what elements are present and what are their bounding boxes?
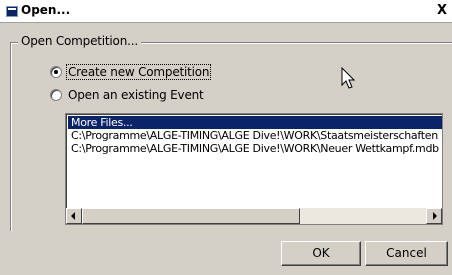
window-title: Open...: [21, 3, 71, 17]
cancel-button[interactable]: Cancel: [365, 241, 448, 266]
mouse-pointer-icon: [341, 67, 356, 89]
list-item-file[interactable]: C:\Programme\ALGE-TIMING\ALGE Dive!\WORK…: [68, 129, 442, 142]
scroll-right-button[interactable]: [426, 208, 442, 224]
list-item-more-files[interactable]: More Files...: [68, 116, 442, 129]
scroll-left-button[interactable]: [66, 208, 82, 224]
radio-label-open-existing[interactable]: Open an existing Event: [67, 88, 205, 102]
arrow-right-icon: [433, 212, 437, 220]
group-legend: Open Competition...: [18, 34, 141, 48]
horizontal-scrollbar[interactable]: [66, 208, 442, 224]
close-button[interactable]: X: [434, 3, 450, 18]
radio-create-new[interactable]: Create new Competition: [50, 64, 212, 80]
ok-button[interactable]: OK: [281, 241, 361, 266]
radio-open-existing[interactable]: Open an existing Event: [50, 87, 205, 103]
arrow-left-icon: [71, 212, 75, 220]
radio-button-checked[interactable]: [50, 66, 62, 78]
radio-button-unchecked[interactable]: [50, 89, 62, 101]
list-item-file[interactable]: C:\Programme\ALGE-TIMING\ALGE Dive!\WORK…: [68, 142, 439, 155]
title-bar[interactable]: Open... X: [0, 0, 452, 23]
radio-label-create-new[interactable]: Create new Competition: [65, 64, 212, 80]
scroll-thumb[interactable]: [82, 208, 300, 224]
app-window-icon: [6, 6, 18, 17]
